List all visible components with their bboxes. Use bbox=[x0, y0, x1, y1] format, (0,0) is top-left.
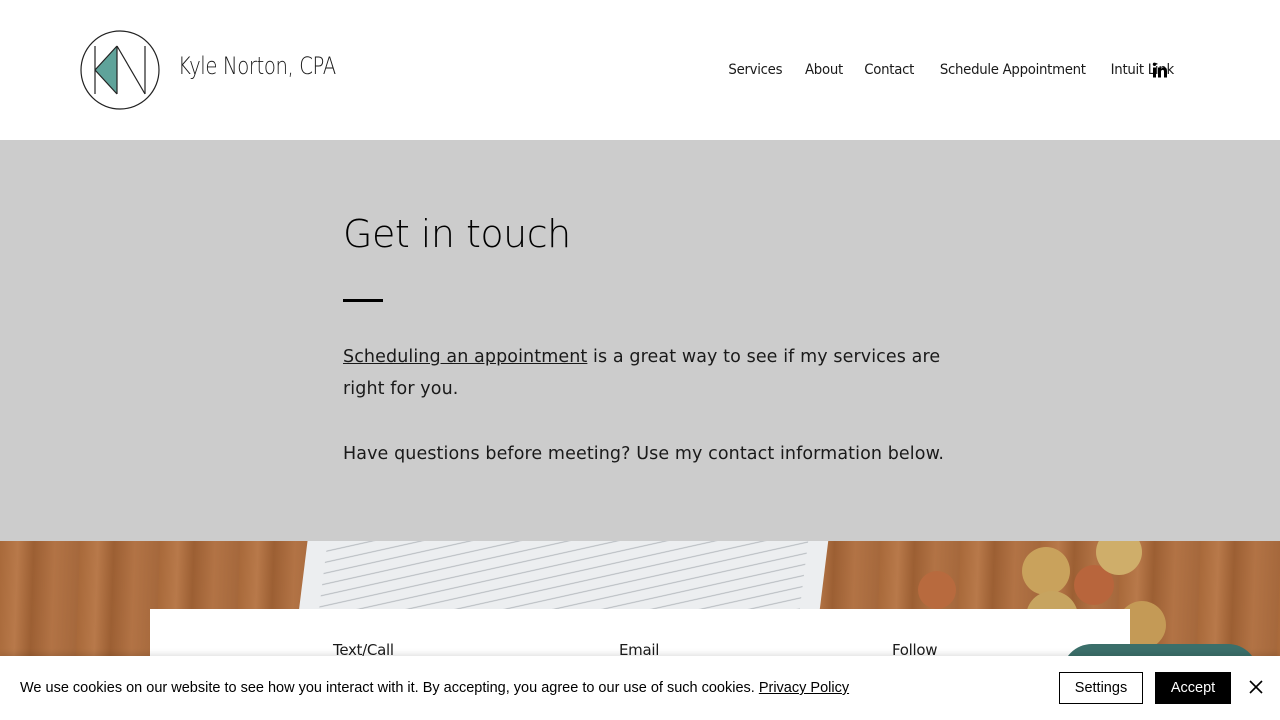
coin-image bbox=[918, 571, 956, 609]
nav-contact[interactable]: Contact bbox=[865, 62, 915, 78]
site-header: Kyle Norton, CPA Services About Contact … bbox=[0, 0, 1280, 140]
kn-logo-icon[interactable] bbox=[80, 30, 160, 110]
privacy-policy-link[interactable]: Privacy Policy bbox=[759, 680, 849, 696]
questions-paragraph: Have questions before meeting? Use my co… bbox=[343, 444, 945, 464]
nav-schedule-appointment[interactable]: Schedule Appointment bbox=[940, 62, 1086, 78]
nav-about[interactable]: About bbox=[805, 62, 843, 78]
brand-name[interactable]: Kyle Norton, CPA bbox=[178, 52, 336, 80]
nav-services[interactable]: Services bbox=[728, 62, 782, 78]
intro-paragraph: Scheduling an appointment is a great way… bbox=[343, 341, 943, 405]
contact-intro-section: Get in touch Scheduling an appointment i… bbox=[0, 140, 1280, 541]
scheduling-link[interactable]: Scheduling an appointment bbox=[343, 347, 587, 367]
cookie-message: We use cookies on our website to see how… bbox=[20, 680, 849, 696]
cookie-message-text: We use cookies on our website to see how… bbox=[20, 680, 759, 696]
main-nav: Services About Contact Schedule Appointm… bbox=[727, 58, 1176, 82]
cookie-accept-button[interactable]: Accept bbox=[1155, 672, 1231, 704]
linkedin-icon[interactable] bbox=[1152, 62, 1168, 78]
cookie-settings-button[interactable]: Settings bbox=[1059, 672, 1143, 704]
title-divider bbox=[343, 299, 383, 302]
coin-image bbox=[1022, 547, 1070, 595]
page-title: Get in touch bbox=[343, 212, 571, 256]
close-icon[interactable] bbox=[1248, 679, 1264, 695]
cookie-banner: We use cookies on our website to see how… bbox=[0, 656, 1280, 720]
